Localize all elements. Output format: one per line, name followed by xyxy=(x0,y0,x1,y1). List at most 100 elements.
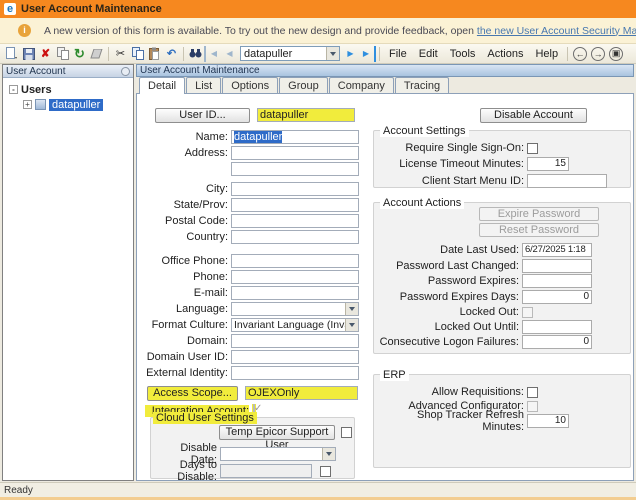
name-row: Name: datapuller xyxy=(145,130,359,144)
cloud-user-settings-group: Cloud User Settings Temp Epicor Support … xyxy=(150,417,355,479)
password-expires-days-field[interactable]: 0 xyxy=(522,290,592,304)
locked-out-checkbox[interactable] xyxy=(522,307,533,318)
office-phone-field[interactable] xyxy=(231,254,359,268)
temp-epicor-support-user-button[interactable]: Temp Epicor Support User xyxy=(219,425,335,440)
domain-user-id-field[interactable] xyxy=(231,350,359,364)
paste-icon[interactable] xyxy=(146,46,163,62)
postal-code-label: Postal Code: xyxy=(145,215,228,227)
advanced-configurator-checkbox[interactable] xyxy=(527,401,538,412)
country-field[interactable] xyxy=(231,230,359,244)
menu-file[interactable]: File xyxy=(383,48,413,60)
user-id-field[interactable]: datapuller xyxy=(257,108,355,122)
menu-actions[interactable]: Actions xyxy=(481,48,529,60)
access-scope-button[interactable]: Access Scope... xyxy=(147,386,238,401)
new-app-link[interactable]: the new User Account Security Maintenanc… xyxy=(477,25,636,37)
back-icon[interactable]: ← xyxy=(573,47,587,61)
sso-row: Require Single Sign-On: xyxy=(374,141,538,155)
tab-company[interactable]: Company xyxy=(329,77,394,93)
external-identity-row: External Identity: xyxy=(145,366,359,380)
last-record-icon[interactable]: ▶ xyxy=(359,46,376,62)
disable-date-dropdown-icon[interactable] xyxy=(322,448,335,461)
window-style-icon[interactable]: ▣ xyxy=(609,47,623,61)
account-actions-group: Account Actions Expire Password Reset Pa… xyxy=(373,202,631,354)
record-combo-dropdown-icon[interactable] xyxy=(326,47,339,60)
password-last-changed-field[interactable] xyxy=(522,259,592,273)
state-label: State/Prov: xyxy=(145,199,228,211)
cut-icon[interactable]: ✂ xyxy=(112,46,129,62)
format-culture-dropdown-icon[interactable] xyxy=(345,319,358,332)
client-start-menu-field[interactable] xyxy=(527,174,607,188)
menu-tools[interactable]: Tools xyxy=(444,48,482,60)
main-panel: User Account Maintenance Detail List Opt… xyxy=(136,64,634,481)
collapse-icon[interactable]: - xyxy=(9,85,18,94)
days-to-disable-checkbox[interactable] xyxy=(320,466,331,477)
reset-password-button[interactable]: Reset Password xyxy=(479,223,599,237)
menu-help[interactable]: Help xyxy=(529,48,564,60)
days-to-disable-row: Days to Disable: xyxy=(153,464,331,478)
refresh-icon[interactable]: ↻ xyxy=(71,46,88,62)
email-field[interactable] xyxy=(231,286,359,300)
undo-icon[interactable]: ↶ xyxy=(163,46,180,62)
tab-list[interactable]: List xyxy=(186,77,221,93)
logon-failures-field[interactable]: 0 xyxy=(522,335,592,349)
format-culture-combo[interactable]: Invariant Language (Invariant Country) xyxy=(231,318,359,332)
menu-edit[interactable]: Edit xyxy=(413,48,444,60)
license-timeout-field[interactable]: 15 xyxy=(527,157,569,171)
tab-tracing[interactable]: Tracing xyxy=(395,77,449,93)
locked-out-until-field[interactable] xyxy=(522,320,592,334)
expire-password-button[interactable]: Expire Password xyxy=(479,207,599,221)
phone-field[interactable] xyxy=(231,270,359,284)
new-record-button[interactable] xyxy=(3,46,20,62)
record-combo-value: datapuller xyxy=(241,48,326,60)
shop-tracker-field[interactable]: 10 xyxy=(527,414,569,428)
external-identity-field[interactable] xyxy=(231,366,359,380)
city-field[interactable] xyxy=(231,182,359,196)
first-record-icon[interactable]: ◀ xyxy=(204,46,221,62)
user-id-row: User ID... datapuller xyxy=(155,108,355,122)
shop-tracker-label: Shop Tracker Refresh Minutes: xyxy=(374,409,524,433)
language-combo[interactable] xyxy=(231,302,359,316)
pin-icon[interactable] xyxy=(121,67,130,76)
new-version-banner: i A new version of this form is availabl… xyxy=(0,18,636,44)
disable-date-combo[interactable] xyxy=(220,447,336,461)
record-combo[interactable]: datapuller xyxy=(240,46,340,61)
name-field[interactable]: datapuller xyxy=(231,130,359,144)
copy-record-icon[interactable] xyxy=(54,46,71,62)
postal-code-field[interactable] xyxy=(231,214,359,228)
temp-support-checkbox[interactable] xyxy=(341,427,352,438)
tree-node-users[interactable]: - Users xyxy=(5,82,131,97)
password-expires-days-row: Password Expires Days: 0 xyxy=(374,290,592,304)
external-identity-label: External Identity: xyxy=(145,367,228,379)
tab-options[interactable]: Options xyxy=(222,77,278,93)
tab-detail[interactable]: Detail xyxy=(139,77,185,94)
user-id-button[interactable]: User ID... xyxy=(155,108,250,123)
date-last-used-field[interactable]: 6/27/2025 1:18 xyxy=(522,243,592,257)
previous-record-icon[interactable]: ◀ xyxy=(221,46,238,62)
address-field-1[interactable] xyxy=(231,146,359,160)
state-field[interactable] xyxy=(231,198,359,212)
allow-requisitions-checkbox[interactable] xyxy=(527,387,538,398)
name-label: Name: xyxy=(145,131,228,143)
copy-icon[interactable] xyxy=(129,46,146,62)
tab-group[interactable]: Group xyxy=(279,77,328,93)
disable-account-button[interactable]: Disable Account xyxy=(480,108,587,123)
search-icon[interactable] xyxy=(187,46,204,62)
password-expires-field[interactable] xyxy=(522,274,592,288)
allow-requisitions-row: Allow Requisitions: xyxy=(374,385,538,399)
next-record-icon[interactable]: ▶ xyxy=(342,46,359,62)
expand-icon[interactable]: + xyxy=(23,100,32,109)
client-start-menu-label: Client Start Menu ID: xyxy=(374,175,524,187)
address-field-2[interactable] xyxy=(231,162,359,176)
domain-field[interactable] xyxy=(231,334,359,348)
save-icon[interactable] xyxy=(20,46,37,62)
name-value: datapuller xyxy=(234,131,282,143)
delete-icon[interactable]: ✘ xyxy=(37,46,54,62)
tree-node-datapuller[interactable]: + datapuller xyxy=(5,97,131,112)
clear-icon[interactable] xyxy=(88,46,105,62)
language-dropdown-icon[interactable] xyxy=(345,303,358,316)
require-sso-checkbox[interactable] xyxy=(527,143,538,154)
days-to-disable-field[interactable] xyxy=(220,464,312,478)
forward-icon[interactable]: → xyxy=(591,47,605,61)
access-scope-field[interactable]: OJEXOnly xyxy=(245,386,358,400)
domain-row: Domain: xyxy=(145,334,359,348)
